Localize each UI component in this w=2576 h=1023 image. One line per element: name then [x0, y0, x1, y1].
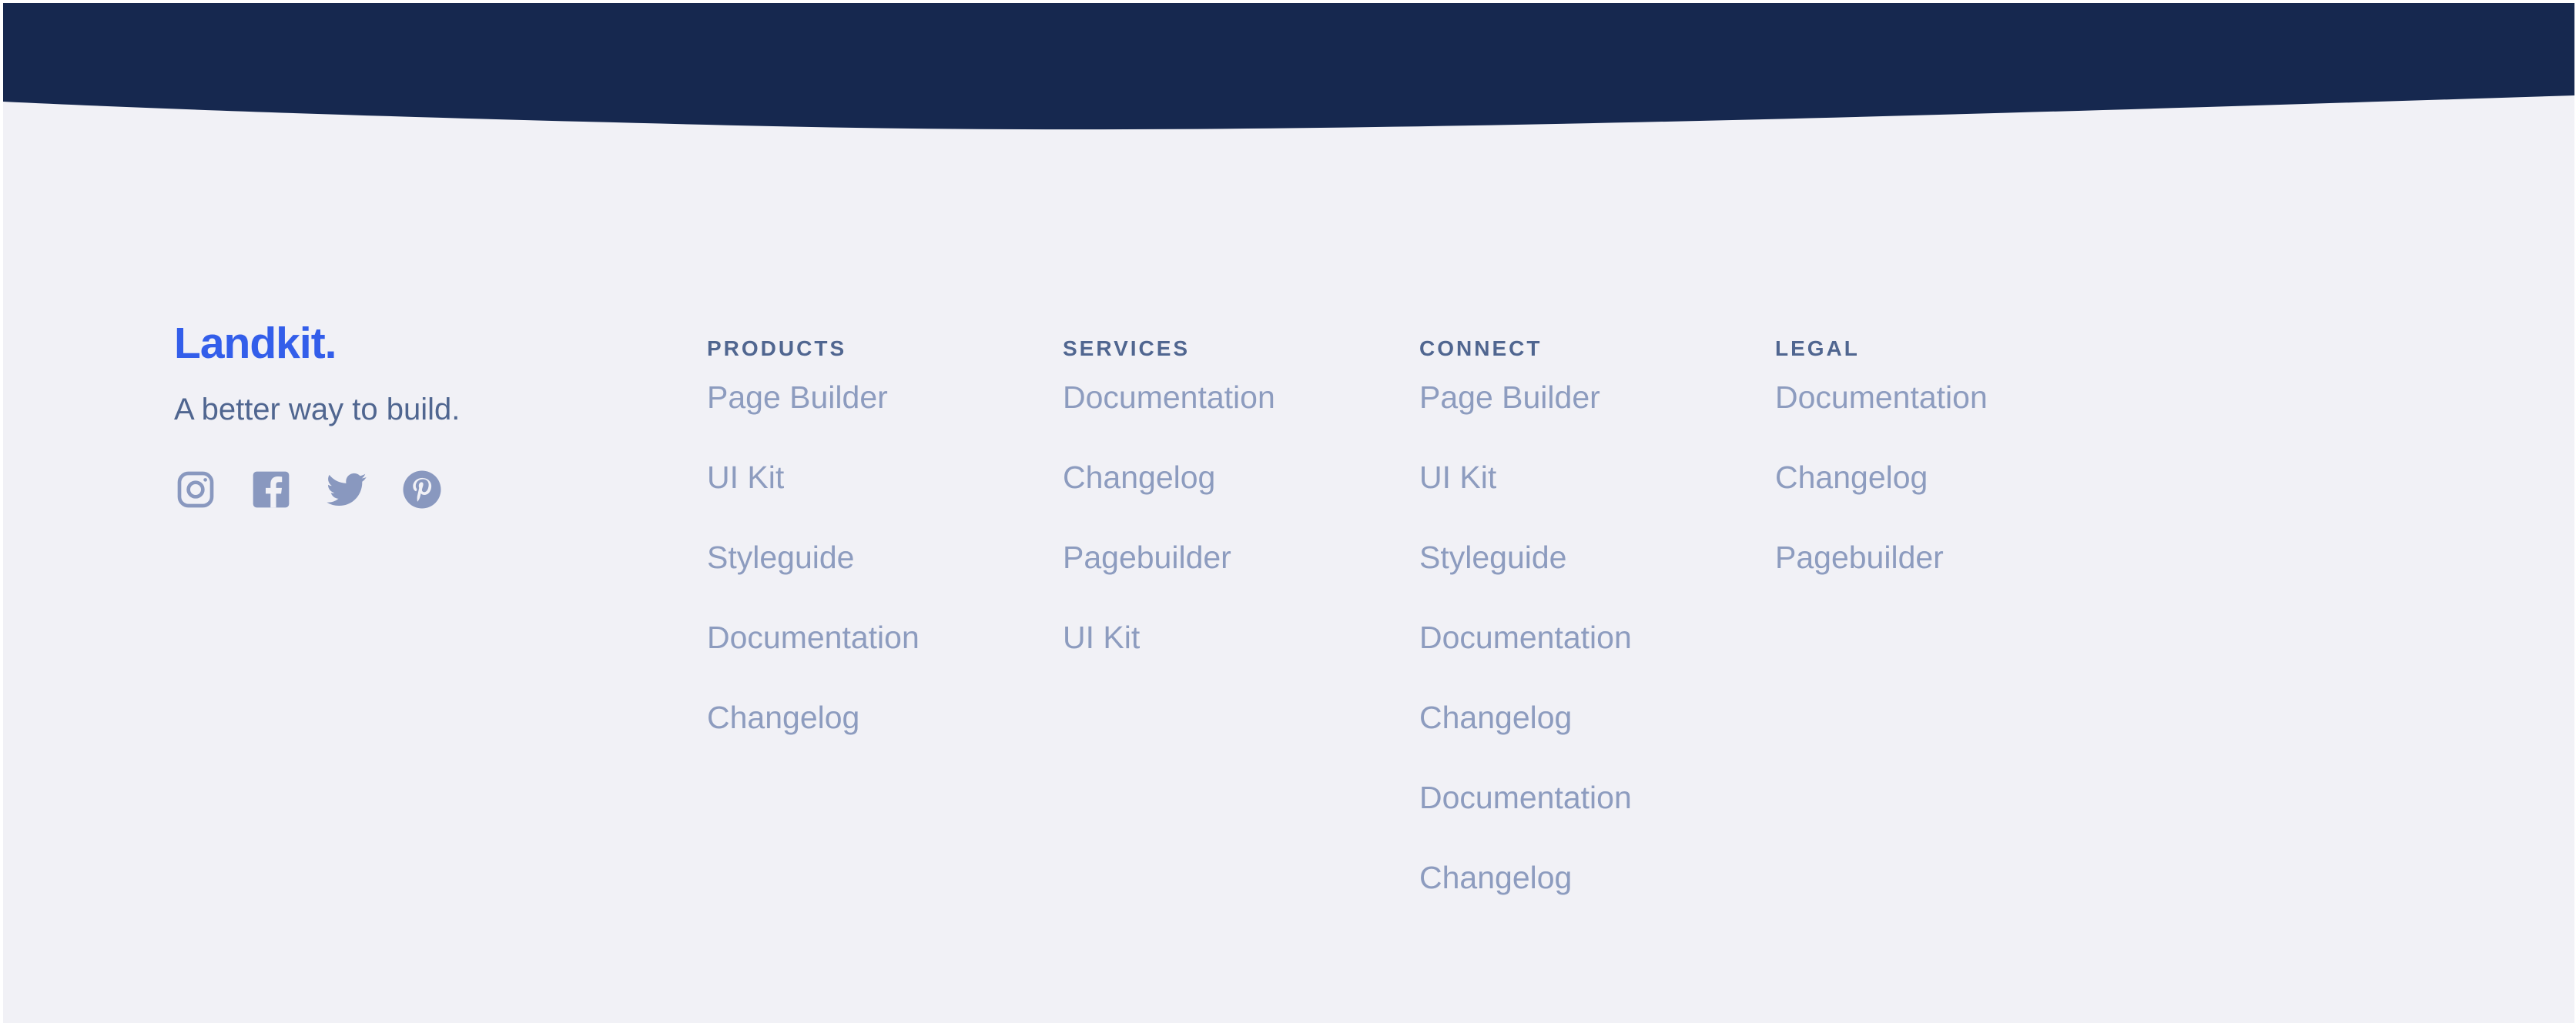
- brand-tagline: A better way to build.: [174, 393, 461, 426]
- twitter-link[interactable]: [325, 468, 368, 511]
- connect-link-ui-kit[interactable]: UI Kit: [1419, 456, 1496, 499]
- products-link-styleguide[interactable]: Styleguide: [707, 536, 854, 579]
- list-item: Documentation: [1063, 376, 1275, 456]
- products-link-documentation[interactable]: Documentation: [707, 616, 920, 659]
- connect-link-documentation[interactable]: Documentation: [1419, 616, 1632, 659]
- list-item: Changelog: [1419, 856, 1632, 936]
- legal-link-list: Documentation Changelog Pagebuilder: [1775, 376, 1988, 616]
- footer-column-products: PRODUCTS Page Builder UI Kit Styleguide …: [707, 336, 920, 776]
- products-link-changelog[interactable]: Changelog: [707, 696, 859, 739]
- list-item: Documentation: [707, 616, 920, 696]
- services-link-list: Documentation Changelog Pagebuilder UI K…: [1063, 376, 1275, 696]
- products-link-ui-kit[interactable]: UI Kit: [707, 456, 784, 499]
- products-link-list: Page Builder UI Kit Styleguide Documenta…: [707, 376, 920, 776]
- list-item: Pagebuilder: [1063, 536, 1275, 616]
- legal-link-pagebuilder[interactable]: Pagebuilder: [1775, 536, 1944, 579]
- list-item: UI Kit: [1063, 616, 1275, 696]
- twitter-icon: [327, 473, 367, 506]
- social-links: [174, 468, 444, 511]
- facebook-link[interactable]: [250, 468, 293, 511]
- services-link-changelog[interactable]: Changelog: [1063, 456, 1215, 499]
- page: Landkit. A better way to build. PRODUCTS…: [0, 0, 2576, 1023]
- legal-link-changelog[interactable]: Changelog: [1775, 456, 1928, 499]
- list-item: Page Builder: [1419, 376, 1632, 456]
- connect-link-changelog-2[interactable]: Changelog: [1419, 856, 1572, 899]
- list-item: Changelog: [1775, 456, 1988, 536]
- list-item: Styleguide: [1419, 536, 1632, 616]
- services-link-documentation[interactable]: Documentation: [1063, 376, 1275, 419]
- list-item: Documentation: [1419, 776, 1632, 856]
- connect-link-styleguide[interactable]: Styleguide: [1419, 536, 1566, 579]
- connect-link-list: Page Builder UI Kit Styleguide Documenta…: [1419, 376, 1632, 936]
- connect-heading: CONNECT: [1419, 336, 1543, 360]
- list-item: UI Kit: [1419, 456, 1632, 536]
- facebook-icon: [253, 471, 290, 508]
- list-item: Styleguide: [707, 536, 920, 616]
- site-footer: Landkit. A better way to build. PRODUCTS…: [3, 3, 2574, 1023]
- products-link-page-builder[interactable]: Page Builder: [707, 376, 888, 419]
- legal-link-documentation[interactable]: Documentation: [1775, 376, 1988, 419]
- pinterest-icon: [403, 470, 441, 509]
- list-item: Changelog: [707, 696, 920, 776]
- header-wave-band: [3, 3, 2574, 130]
- list-item: Documentation: [1419, 616, 1632, 696]
- products-heading: PRODUCTS: [707, 336, 847, 360]
- footer-column-services: SERVICES Documentation Changelog Pagebui…: [1063, 336, 1275, 696]
- list-item: Changelog: [1063, 456, 1275, 536]
- connect-link-changelog[interactable]: Changelog: [1419, 696, 1572, 739]
- footer-column-legal: LEGAL Documentation Changelog Pagebuilde…: [1775, 336, 1988, 616]
- instagram-link[interactable]: [174, 468, 217, 511]
- brand-logo[interactable]: Landkit.: [174, 322, 337, 366]
- list-item: Documentation: [1775, 376, 1988, 456]
- list-item: UI Kit: [707, 456, 920, 536]
- pinterest-link[interactable]: [400, 468, 444, 511]
- footer-column-connect: CONNECT Page Builder UI Kit Styleguide D…: [1419, 336, 1632, 936]
- list-item: Pagebuilder: [1775, 536, 1988, 616]
- list-item: Changelog: [1419, 696, 1632, 776]
- header-wave-shape: [3, 3, 2574, 130]
- connect-link-page-builder[interactable]: Page Builder: [1419, 376, 1600, 419]
- connect-link-documentation-2[interactable]: Documentation: [1419, 776, 1632, 819]
- instagram-icon: [177, 471, 214, 508]
- services-link-ui-kit[interactable]: UI Kit: [1063, 616, 1140, 659]
- list-item: Page Builder: [707, 376, 920, 456]
- services-heading: SERVICES: [1063, 336, 1191, 360]
- services-link-pagebuilder[interactable]: Pagebuilder: [1063, 536, 1231, 579]
- legal-heading: LEGAL: [1775, 336, 1860, 360]
